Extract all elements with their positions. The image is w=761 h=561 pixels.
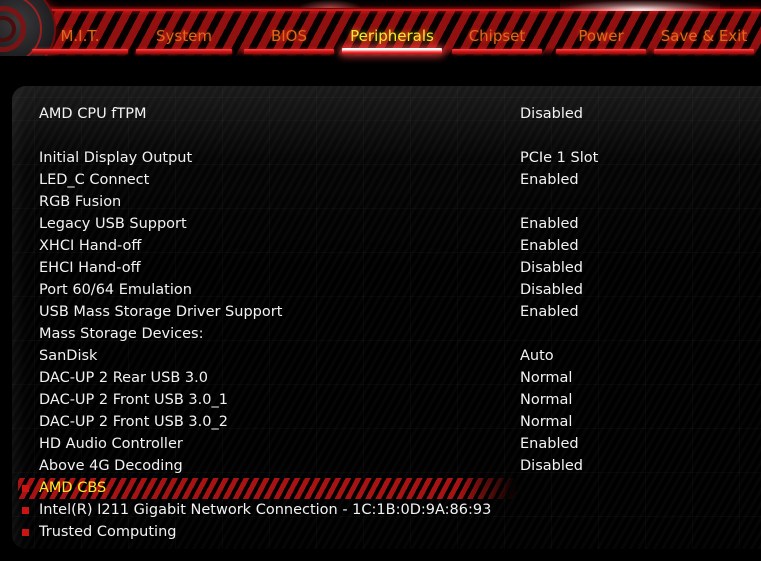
setting-name: HD Audio Controller (39, 436, 183, 452)
setting-name: AMD CPU fTPM (39, 106, 147, 122)
setting-name: RGB Fusion (39, 194, 122, 210)
tab-label: BIOS (270, 27, 308, 45)
setting-name: LED_C Connect (39, 172, 150, 188)
submenu-bullet-icon (22, 485, 29, 492)
setting-name: DAC-UP 2 Rear USB 3.0 (39, 370, 208, 386)
setting-row[interactable]: Legacy USB Support Enabled (12, 213, 761, 235)
tab-label: Power (578, 27, 624, 45)
setting-name: Initial Display Output (39, 150, 193, 166)
tab-system[interactable]: System (134, 26, 234, 56)
tab-label: Peripherals (350, 27, 434, 45)
settings-panel: AMD CPU fTPM Disabled Initial Display Outp… (12, 86, 761, 549)
setting-row[interactable]: XHCI Hand-off Enabled (12, 235, 761, 257)
setting-value[interactable]: Enabled (520, 235, 579, 257)
tab-bios[interactable]: BIOS (242, 26, 336, 56)
setting-row[interactable]: LED_C Connect Enabled (12, 169, 761, 191)
tab-peripherals[interactable]: Peripherals (340, 26, 444, 56)
setting-name: Mass Storage Devices: (39, 326, 204, 342)
tab-underline (244, 49, 334, 54)
setting-row[interactable]: DAC-UP 2 Front USB 3.0_2 Normal (12, 411, 761, 433)
tab-power[interactable]: Power (554, 26, 648, 56)
setting-value[interactable]: Auto (520, 345, 554, 367)
header-glow-right (560, 0, 720, 11)
tab-label: Save & Exit (660, 27, 748, 45)
setting-row[interactable]: Above 4G Decoding Disabled (12, 455, 761, 477)
tab-label: M.I.T. (60, 27, 100, 45)
submenu-row[interactable]: Trusted Computing (12, 521, 761, 543)
submenu-bullet-icon (22, 529, 29, 536)
setting-name: Intel(R) I211 Gigabit Network Connection… (39, 502, 492, 518)
setting-value[interactable]: Enabled (520, 433, 579, 455)
setting-name: SanDisk (39, 348, 98, 364)
tab-underline (556, 49, 646, 54)
setting-name: DAC-UP 2 Front USB 3.0_1 (39, 392, 228, 408)
setting-value[interactable]: Normal (520, 367, 572, 389)
setting-name: USB Mass Storage Driver Support (39, 304, 283, 320)
setting-row[interactable]: DAC-UP 2 Rear USB 3.0 Normal (12, 367, 761, 389)
setting-row[interactable]: Port 60/64 Emulation Disabled (12, 279, 761, 301)
setting-row[interactable]: SanDisk Auto (12, 345, 761, 367)
tab-underline (342, 48, 442, 54)
setting-name: AMD CBS (39, 480, 107, 496)
settings-list: AMD CPU fTPM Disabled Initial Display Outp… (12, 86, 761, 549)
setting-value[interactable]: Disabled (520, 103, 583, 125)
tab-label: Chipset (468, 27, 526, 45)
setting-value[interactable]: Enabled (520, 213, 579, 235)
setting-row[interactable]: AMD CPU fTPM Disabled (12, 103, 761, 125)
setting-row[interactable]: Initial Display Output PCIe 1 Slot (12, 147, 761, 169)
tab-underline (32, 49, 128, 54)
setting-value[interactable]: Enabled (520, 301, 579, 323)
setting-row[interactable]: HD Audio Controller Enabled (12, 433, 761, 455)
bios-setup-screen: M.I.T. System BIOS Peripherals Chipset Power S… (0, 0, 761, 561)
setting-value[interactable]: Disabled (520, 279, 583, 301)
tab-chipset[interactable]: Chipset (450, 26, 544, 56)
tab-underline (452, 49, 542, 54)
setting-value[interactable]: PCIe 1 Slot (520, 147, 598, 169)
setting-value[interactable]: Enabled (520, 169, 579, 191)
setting-name: XHCI Hand-off (39, 238, 142, 254)
tab-m-i-t[interactable]: M.I.T. (30, 26, 130, 56)
setting-value[interactable]: Disabled (520, 455, 583, 477)
submenu-bullet-icon (22, 507, 29, 514)
section-label-row: Mass Storage Devices: (12, 323, 761, 345)
setting-name: Trusted Computing (39, 524, 177, 540)
tab-underline (654, 49, 754, 54)
setting-row[interactable]: USB Mass Storage Driver Support Enabled (12, 301, 761, 323)
tab-underline (136, 49, 232, 54)
setting-value[interactable]: Normal (520, 411, 572, 433)
setting-row[interactable]: EHCI Hand-off Disabled (12, 257, 761, 279)
tab-label: System (156, 27, 212, 45)
setting-name: DAC-UP 2 Front USB 3.0_2 (39, 414, 228, 430)
main-menu-tabs: M.I.T. System BIOS Peripherals Chipset Power S… (0, 26, 761, 58)
setting-value[interactable]: Normal (520, 389, 572, 411)
setting-name: EHCI Hand-off (39, 260, 141, 276)
header-glow-left (300, 0, 360, 8)
setting-name: Above 4G Decoding (39, 458, 183, 474)
submenu-row[interactable]: AMD CBS (12, 477, 761, 499)
submenu-row[interactable]: Intel(R) I211 Gigabit Network Connection… (12, 499, 761, 521)
setting-row[interactable]: RGB Fusion (12, 191, 761, 213)
setting-row[interactable]: DAC-UP 2 Front USB 3.0_1 Normal (12, 389, 761, 411)
setting-value[interactable]: Disabled (520, 257, 583, 279)
setting-name: Port 60/64 Emulation (39, 282, 192, 298)
setting-name: Legacy USB Support (39, 216, 187, 232)
tab-save-exit[interactable]: Save & Exit (652, 26, 756, 56)
